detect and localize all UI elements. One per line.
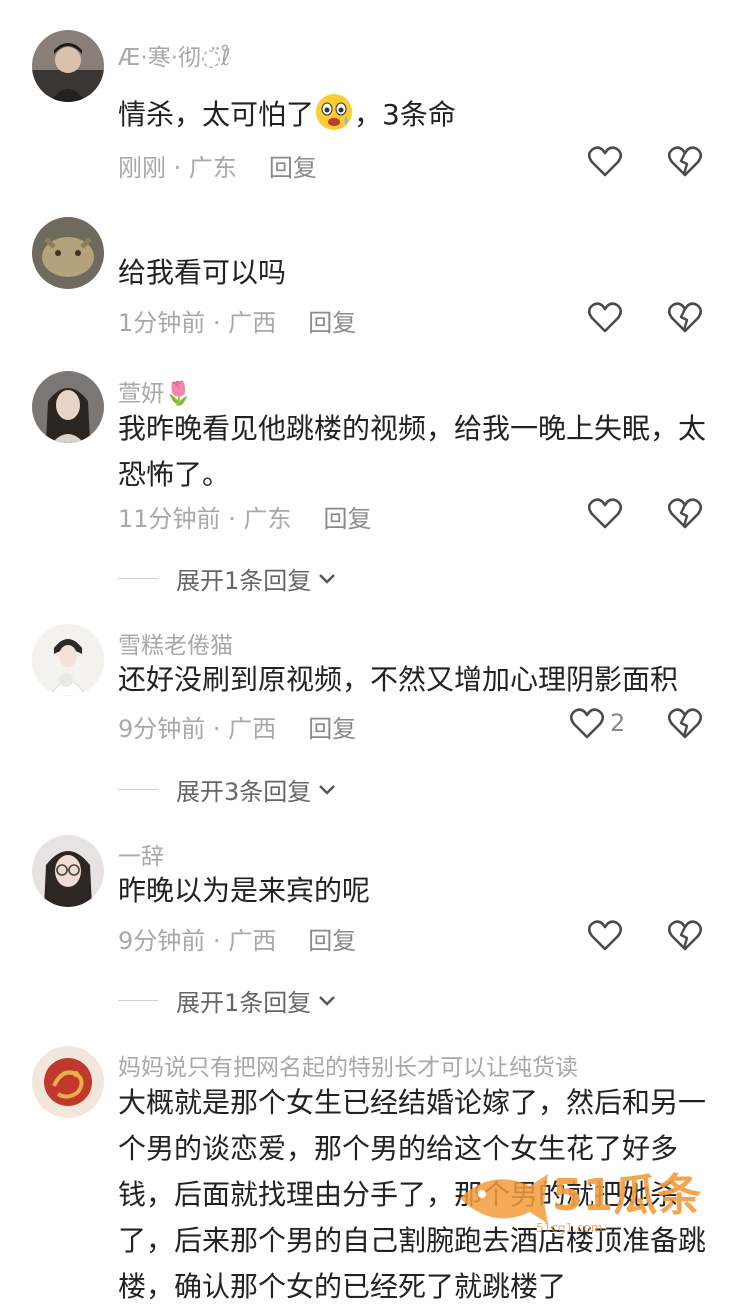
comment-text-part: ，3条命 — [354, 98, 456, 131]
region: 广东 — [188, 154, 237, 182]
fearful-face-emoji-icon — [314, 92, 354, 132]
timestamp: 1分钟前 — [118, 309, 206, 337]
heart-icon[interactable] — [570, 708, 604, 740]
expand-replies-button[interactable]: 展开1条回复 — [118, 561, 337, 596]
comment-text: 情杀，太可怕了 ，3条命 — [118, 92, 718, 138]
region: 广东 — [243, 505, 292, 533]
region: 广西 — [228, 715, 277, 743]
broken-heart-icon[interactable] — [668, 498, 702, 530]
comment-meta: 9分钟前 · 广西 回复 — [118, 921, 356, 956]
separator: · — [212, 309, 221, 337]
username[interactable]: 雪糕老倦猫 — [118, 626, 233, 660]
region: 广西 — [228, 309, 277, 337]
comment-text: 我昨晚看见他跳楼的视频，给我一晚上失眠，太恐怖了。 — [118, 412, 707, 491]
reply-button[interactable]: 回复 — [323, 505, 371, 533]
watermark: 51瓜条 51cg1.com — [452, 1158, 722, 1238]
broken-heart-icon[interactable] — [668, 920, 702, 952]
username[interactable]: 萱妍🌷 — [118, 374, 193, 408]
heart-icon[interactable] — [588, 302, 622, 334]
watermark-url: 51cg1.com — [536, 1221, 603, 1235]
timestamp: 刚刚 — [118, 154, 166, 182]
reply-button[interactable]: 回复 — [269, 154, 317, 182]
avatar[interactable] — [32, 1046, 104, 1118]
expand-replies-label: 展开1条回复 — [176, 989, 312, 1017]
reply-button[interactable]: 回复 — [308, 309, 356, 337]
username[interactable]: 一辞 — [118, 837, 164, 871]
comment-meta: 刚刚 · 广东 回复 — [118, 148, 317, 183]
watermark-logo-icon: 51瓜条 51cg1.com — [460, 1170, 701, 1235]
chevron-down-icon — [319, 784, 336, 795]
timestamp: 9分钟前 — [118, 715, 206, 743]
separator: · — [173, 154, 182, 182]
expand-replies-label: 展开3条回复 — [176, 778, 312, 806]
chevron-down-icon — [319, 573, 336, 584]
separator: · — [212, 927, 221, 955]
comment-meta: 1分钟前 · 广西 回复 — [118, 303, 356, 338]
reply-button[interactable]: 回复 — [308, 715, 356, 743]
heart-icon[interactable] — [588, 498, 622, 530]
region: 广西 — [228, 927, 277, 955]
broken-heart-icon[interactable] — [668, 146, 702, 178]
comment-text-part: 情杀，太可怕了 — [118, 98, 315, 131]
divider — [118, 1000, 158, 1001]
watermark-logo-text: 51瓜条 — [552, 1170, 701, 1221]
timestamp: 11分钟前 — [118, 505, 221, 533]
heart-icon[interactable] — [588, 920, 622, 952]
avatar[interactable] — [32, 217, 104, 289]
username[interactable]: Æ·寒·彻◌̈ℓ̊ — [118, 38, 231, 72]
broken-heart-icon[interactable] — [668, 708, 702, 740]
divider — [118, 789, 158, 790]
expand-replies-label: 展开1条回复 — [176, 567, 312, 595]
avatar[interactable] — [32, 835, 104, 907]
expand-replies-button[interactable]: 展开1条回复 — [118, 983, 337, 1018]
username[interactable]: 妈妈说只有把网名起的特别长才可以让纯货读 — [118, 1048, 578, 1082]
like-count: 2 — [610, 709, 626, 737]
comment-text: 还好没刷到原视频，不然又增加心理阴影面积 — [118, 663, 679, 696]
comment-text: 昨晚以为是来宾的呢 — [118, 874, 371, 907]
separator: · — [212, 715, 221, 743]
chevron-down-icon — [319, 995, 336, 1006]
avatar[interactable] — [32, 624, 104, 696]
timestamp: 9分钟前 — [118, 927, 206, 955]
comment-meta: 9分钟前 · 广西 回复 — [118, 709, 356, 744]
divider — [118, 578, 158, 579]
heart-icon[interactable] — [588, 146, 622, 178]
comment-meta: 11分钟前 · 广东 回复 — [118, 499, 371, 534]
reply-button[interactable]: 回复 — [308, 927, 356, 955]
avatar[interactable] — [32, 371, 104, 443]
avatar[interactable] — [32, 30, 104, 102]
expand-replies-button[interactable]: 展开3条回复 — [118, 772, 337, 807]
separator: · — [228, 505, 236, 533]
broken-heart-icon[interactable] — [668, 302, 702, 334]
comment-text: 给我看可以吗 — [118, 256, 287, 289]
